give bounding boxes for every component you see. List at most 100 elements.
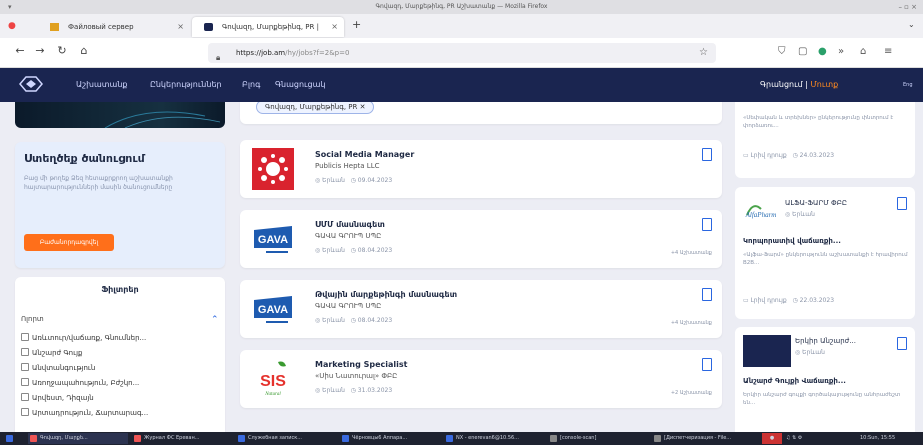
menu-jobs[interactable]: Աշխատանք <box>76 68 128 102</box>
more-jobs-link[interactable]: +4 Աշխատանք <box>671 320 712 326</box>
window-controls[interactable]: – ▫ × <box>898 0 917 14</box>
filter-checkbox[interactable]: Արվեստ, Դիզայն <box>21 393 94 402</box>
extension-icon[interactable]: ● <box>818 46 827 57</box>
location-icon: ◎ <box>785 211 791 218</box>
side-job-card[interactable]: AlfaPharm ԱԼՖԱ-ՖԱՐՄ ՓԲԸ ◎ Երևան Կորպորատ… <box>735 187 915 319</box>
bookmark-icon[interactable] <box>702 148 712 161</box>
checkbox-icon[interactable] <box>21 348 29 356</box>
overflow-icon[interactable]: » <box>838 46 844 57</box>
bookmark-icon[interactable] <box>702 218 712 231</box>
remove-chip-icon[interactable]: ✕ <box>360 103 366 111</box>
filter-checkbox[interactable]: Առողջապահություն, Բժշկո... <box>21 378 139 387</box>
job-card[interactable]: GAVA Թվային մարքեթինգի մասնագետ ԳԱՎԱ ԳՐՈ… <box>240 280 722 338</box>
taskbar-item[interactable]: Служебная записк... <box>236 433 336 444</box>
app-icon <box>654 435 661 442</box>
menu-blog[interactable]: Բլոգ <box>242 68 260 102</box>
filter-checkbox[interactable]: Առևտուր/վաճառք, Գնումներ... <box>21 333 146 342</box>
login-link[interactable]: Մուտք <box>810 80 838 89</box>
checkbox-icon[interactable] <box>21 378 29 386</box>
system-tray[interactable]: ♫ ⇅ ⚙ <box>786 433 826 444</box>
more-jobs-link[interactable]: +4 Աշխատանք <box>671 250 712 256</box>
banner-graphic <box>104 111 221 128</box>
taskbar-item[interactable]: NX - enerevan6@10.56... <box>444 433 544 444</box>
close-tab-icon[interactable]: × <box>331 17 338 37</box>
job-title[interactable]: Թվային մարքեթինգի մասնագետ <box>315 290 457 299</box>
subscribe-button[interactable]: Բաժանորդագրվել <box>24 234 114 251</box>
checkbox-icon[interactable] <box>21 408 29 416</box>
checkbox-icon[interactable] <box>21 363 29 371</box>
job-company[interactable]: «Սիս Նատուրալ» ՓԲԸ <box>315 372 397 380</box>
start-button[interactable] <box>4 433 16 444</box>
list-tabs-icon[interactable]: ⌄ <box>908 20 915 29</box>
bookmark-icon[interactable] <box>897 197 907 210</box>
filter-chip[interactable]: Գովազդ, Մարքեթինգ, PR ✕ <box>256 102 375 114</box>
window-title: Գովազդ, Մարքեթինգ, PR Աշխատանք — Mozilla… <box>375 3 548 10</box>
job-company[interactable]: ԳԱՎԱ ԳՐՈՒՊ ՍՊԸ <box>315 302 381 310</box>
bookmark-icon[interactable] <box>702 288 712 301</box>
filter-checkbox[interactable]: Անվտանգություն <box>21 363 95 372</box>
side-job-title[interactable]: Անշարժ Գույքի Վաճառքի... <box>743 377 846 385</box>
filter-checkbox[interactable]: Անշարժ Գույք <box>21 348 82 357</box>
account-icon[interactable]: ⌂ <box>860 46 866 57</box>
tab-jobs[interactable]: Գովազդ, Մարքեթինգ, PR | × <box>192 17 344 37</box>
bookmark-star-icon[interactable]: ☆ <box>699 43 708 63</box>
filter-label: Արվեստ, Դիզայն <box>32 394 94 402</box>
more-jobs-link[interactable]: +2 Աշխատանք <box>671 390 712 396</box>
taskbar-item[interactable]: Чёрновцы6 Аппара... <box>340 433 440 444</box>
job-title[interactable]: Social Media Manager <box>315 150 414 159</box>
subscribe-card: Ստեղծեք ծանուցում Բաց մի թողեք Ձեզ հետաք… <box>15 142 225 268</box>
tab-bar: ● Файловый сервер × Գովազդ, Մարքեթինգ, P… <box>0 14 923 38</box>
side-job-card[interactable]: «Սեփական և տրեխներ» ընկերությունը փնտրու… <box>735 102 915 178</box>
taskbar-item[interactable]: [Диспетчеризация - File... <box>652 433 756 444</box>
forward-icon[interactable]: → <box>32 44 48 57</box>
taskbar-item[interactable]: Журнал ФС Ереван... <box>132 433 232 444</box>
chevron-up-icon[interactable]: ⌃ <box>211 315 219 325</box>
briefcase-icon: ▭ <box>743 152 749 159</box>
location-icon: ◎ <box>315 387 321 394</box>
job-title[interactable]: ՍՄՄ մասնագետ <box>315 220 385 229</box>
tab-file-server[interactable]: Файловый сервер × <box>38 17 190 37</box>
pocket-icon[interactable]: ⛉ <box>778 46 786 57</box>
tray-icon[interactable]: ● <box>762 433 782 444</box>
firefox-icon[interactable]: ● <box>8 21 16 31</box>
close-tab-icon[interactable]: × <box>177 17 184 37</box>
job-am-logo[interactable] <box>18 74 44 94</box>
app-menu-icon[interactable]: ≡ <box>884 46 892 57</box>
job-card[interactable]: SIS Natural Marketing Specialist «Սիս Նա… <box>240 350 722 408</box>
back-icon[interactable]: ← <box>12 44 28 57</box>
register-link[interactable]: Գրանցում <box>760 80 803 89</box>
job-company[interactable]: Publicis Hepta LLC <box>315 162 380 170</box>
new-tab-icon[interactable]: + <box>352 18 361 31</box>
job-company[interactable]: ԳԱՎԱ ԳՐՈՒՊ ՍՊԸ <box>315 232 381 240</box>
side-company[interactable]: ԱԼՖԱ-ՖԱՐՄ ՓԲԸ <box>785 199 847 207</box>
menu-companies[interactable]: Ընկերություններ <box>150 68 222 102</box>
clock[interactable]: 10:Sun, 15:55 <box>860 433 922 444</box>
job-city: Երևան <box>322 177 345 184</box>
job-card[interactable]: Social Media Manager Publicis Hepta LLC … <box>240 140 722 198</box>
url-bar[interactable]: 🔒︎ https://job.am/hy/jobs?f=2&p=0 ☆ <box>208 43 716 63</box>
checkbox-icon[interactable] <box>21 333 29 341</box>
job-card[interactable]: GAVA ՍՄՄ մասնագետ ԳԱՎԱ ԳՐՈՒՊ ՍՊԸ ◎ Երևան… <box>240 210 722 268</box>
side-company[interactable]: Երկիր Անշարժ... <box>795 337 856 345</box>
briefcase-icon: ▭ <box>743 297 749 304</box>
tab-label: Файловый сервер <box>68 23 134 31</box>
side-job-card[interactable]: Երկիր Անշարժ... ◎ Երևան Անշարժ Գույքի Վա… <box>735 327 915 432</box>
reload-icon[interactable]: ↻ <box>54 44 70 57</box>
filter-label: Անշարժ Գույք <box>32 349 83 357</box>
filter-label: Արտադրություն, Ճարտարագ... <box>32 409 149 417</box>
language-switch[interactable]: Eng <box>903 68 913 102</box>
taskbar-item[interactable]: Գովազդ, Մարքե... <box>28 433 128 444</box>
home-icon[interactable]: ⌂ <box>76 44 92 57</box>
taskbar-item[interactable]: [console-scan] <box>548 433 648 444</box>
bookmark-icon[interactable] <box>897 337 907 350</box>
window-menu-icon[interactable]: ▾ <box>8 0 12 14</box>
job-title[interactable]: Marketing Specialist <box>315 360 407 369</box>
filter-checkbox[interactable]: Արտադրություն, Ճարտարագ... <box>21 408 148 417</box>
side-job-title[interactable]: Կորպորատիվ վաճառքի... <box>743 237 841 245</box>
checkbox-icon[interactable] <box>21 393 29 401</box>
menu-pricing[interactable]: Գնացուցակ <box>275 68 325 102</box>
svg-text:GAVA: GAVA <box>258 304 288 316</box>
bookmark-icon[interactable] <box>702 358 712 371</box>
reader-icon[interactable]: ▢ <box>798 46 807 57</box>
filter-section-industry[interactable]: Ոլորտ <box>21 315 44 323</box>
